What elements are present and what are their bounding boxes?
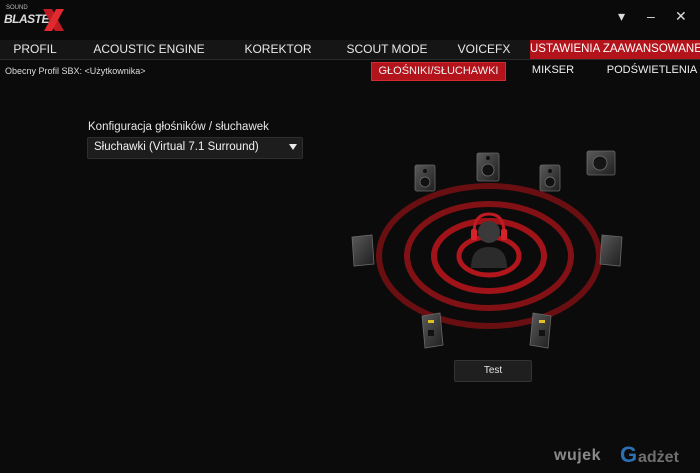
watermark: wujek G adżet (554, 441, 700, 473)
speaker-front-right-icon[interactable] (539, 164, 561, 192)
speaker-rear-left-icon[interactable] (421, 312, 444, 349)
watermark-part-2: G (620, 442, 638, 467)
test-button[interactable]: Test (454, 360, 532, 382)
watermark-part-1: wujek (554, 447, 601, 464)
speaker-rear-right-icon[interactable] (529, 312, 552, 349)
speaker-center-icon[interactable] (476, 152, 500, 182)
watermark-part-3: adżet (638, 449, 679, 466)
speaker-side-right-icon[interactable] (599, 234, 623, 267)
subwoofer-icon[interactable] (586, 150, 616, 176)
speaker-side-left-icon[interactable] (351, 234, 375, 267)
surround-scene (351, 150, 623, 349)
speaker-front-left-icon[interactable] (414, 164, 436, 192)
